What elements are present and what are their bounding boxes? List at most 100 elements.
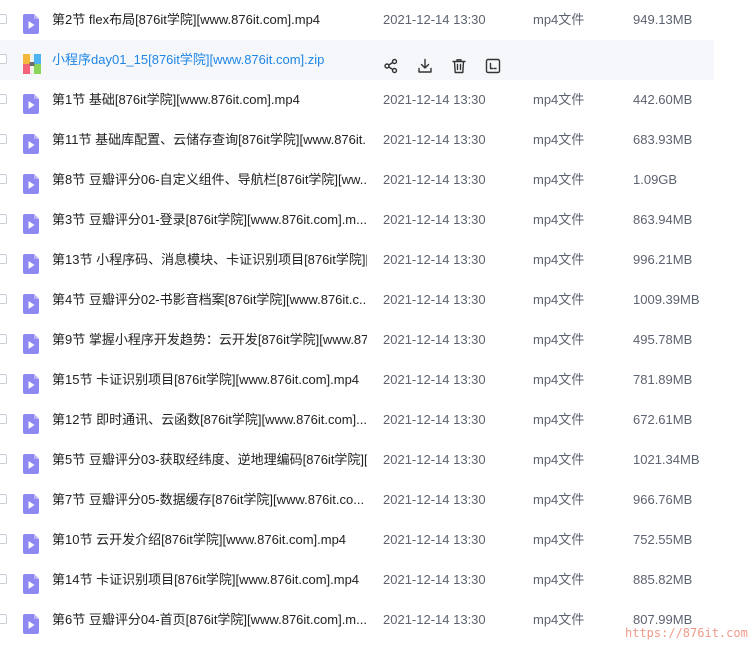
row-checkbox[interactable] [0,614,7,624]
file-row[interactable]: 第1节 基础[876it学院][www.876it.com].mp4 2021-1… [0,80,714,120]
file-date: 2021-12-14 13:30 [383,412,486,427]
video-file-icon [23,290,39,314]
file-row[interactable]: 第14节 卡证识别项目[876it学院][www.876it.com].mp4 2… [0,560,714,600]
row-checkbox[interactable] [0,414,7,424]
file-size: 966.76MB [633,492,693,507]
file-name[interactable]: 第5节 豆瓣评分03-获取经纬度、逆地理编码[876it学院][... [52,440,367,480]
video-file-icon [23,410,39,434]
file-name[interactable]: 第3节 豆瓣评分01-登录[876it学院][www.876it.com].m.… [52,200,367,240]
file-size: 1021.34MB [633,452,700,467]
file-type: mp4文件 [533,532,585,547]
file-row[interactable]: 第6节 豆瓣评分04-首页[876it学院][www.876it.com].m.… [0,600,714,640]
file-row[interactable]: 第4节 豆瓣评分02-书影音档案[876it学院][www.876it.c...… [0,280,714,320]
file-name[interactable]: 第11节 基础库配置、云储存查询[876it学院][www.876it.... [52,120,367,160]
file-size: 885.82MB [633,572,693,587]
row-checkbox[interactable] [0,374,7,384]
file-type: mp4文件 [533,172,585,187]
file-name[interactable]: 第10节 云开发介绍[876it学院][www.876it.com].mp4 [52,520,367,560]
file-type: mp4文件 [533,572,585,587]
watermark: https://876it.com [625,626,748,640]
file-row[interactable]: 第8节 豆瓣评分06-自定义组件、导航栏[876it学院][ww... 2021-… [0,160,714,200]
file-type: mp4文件 [533,612,585,627]
file-type: mp4文件 [533,252,585,267]
file-list: 第2节 flex布局[876it学院][www.876it.com].mp4 20… [0,0,750,651]
video-file-icon [23,370,39,394]
file-row[interactable]: 第15节 卡证识别项目[876it学院][www.876it.com].mp4 2… [0,360,714,400]
video-file-icon [23,90,39,114]
row-checkbox[interactable] [0,454,7,464]
row-checkbox[interactable] [0,534,7,544]
file-size: 1009.39MB [633,292,700,307]
file-size: 996.21MB [633,252,693,267]
file-date: 2021-12-14 13:30 [383,252,486,267]
video-file-icon [23,450,39,474]
file-date: 2021-12-14 13:30 [383,332,486,347]
file-name[interactable]: 第15节 卡证识别项目[876it学院][www.876it.com].mp4 [52,360,367,400]
file-size: 863.94MB [633,212,693,227]
row-checkbox[interactable] [0,214,7,224]
file-date: 2021-12-14 13:30 [383,452,486,467]
row-checkbox[interactable] [0,574,7,584]
file-row[interactable]: 第10节 云开发介绍[876it学院][www.876it.com].mp4 20… [0,520,714,560]
file-row[interactable]: 第5节 豆瓣评分03-获取经纬度、逆地理编码[876it学院][... 2021-… [0,440,714,480]
row-checkbox[interactable] [0,334,7,344]
file-type: mp4文件 [533,412,585,427]
file-row[interactable]: 第13节 小程序码、消息模块、卡证识别项目[876it学院][... 2021-1… [0,240,714,280]
file-type: mp4文件 [533,452,585,467]
file-size: 752.55MB [633,532,693,547]
file-row[interactable]: 第11节 基础库配置、云储存查询[876it学院][www.876it.... 2… [0,120,714,160]
file-date: 2021-12-14 13:30 [383,12,486,27]
file-date: 2021-12-14 13:30 [383,572,486,587]
video-file-icon [23,250,39,274]
row-checkbox[interactable] [0,174,7,184]
row-checkbox[interactable] [0,134,7,144]
file-row[interactable]: 第7节 豆瓣评分05-数据缓存[876it学院][www.876it.co...… [0,480,714,520]
file-row[interactable]: 第12节 即时通讯、云函数[876it学院][www.876it.com]...… [0,400,714,440]
video-file-icon [23,610,39,634]
file-row[interactable]: 小程序day01_15[876it学院][www.876it.com].zip [0,40,714,80]
file-row[interactable]: 第3节 豆瓣评分01-登录[876it学院][www.876it.com].m.… [0,200,714,240]
file-date: 2021-12-14 13:30 [383,212,486,227]
row-checkbox[interactable] [0,294,7,304]
file-date: 2021-12-14 13:30 [383,532,486,547]
file-size: 672.61MB [633,412,693,427]
file-date: 2021-12-14 13:30 [383,492,486,507]
row-checkbox[interactable] [0,494,7,504]
file-size: 683.93MB [633,132,693,147]
file-row[interactable]: 第9节 掌握小程序开发趋势：云开发[876it学院][www.87... 2021… [0,320,714,360]
more-icon[interactable] [484,51,502,74]
file-row[interactable]: 第2节 flex布局[876it学院][www.876it.com].mp4 20… [0,0,714,40]
file-name[interactable]: 第6节 豆瓣评分04-首页[876it学院][www.876it.com].m.… [52,600,367,640]
video-file-icon [23,170,39,194]
file-name[interactable]: 第12节 即时通讯、云函数[876it学院][www.876it.com]...… [52,400,367,440]
file-name[interactable]: 第1节 基础[876it学院][www.876it.com].mp4 [52,80,367,120]
file-name[interactable]: 第14节 卡证识别项目[876it学院][www.876it.com].mp4 [52,560,367,600]
file-type: mp4文件 [533,292,585,307]
file-size: 1.09GB [633,172,678,187]
file-type: mp4文件 [533,132,585,147]
download-icon[interactable] [416,51,434,73]
file-name[interactable]: 第9节 掌握小程序开发趋势：云开发[876it学院][www.87... [52,320,367,360]
share-icon[interactable] [382,51,400,74]
file-name[interactable]: 第13节 小程序码、消息模块、卡证识别项目[876it学院][... [52,240,367,280]
row-checkbox[interactable] [0,254,7,264]
row-checkbox[interactable] [0,14,7,24]
file-name[interactable]: 第7节 豆瓣评分05-数据缓存[876it学院][www.876it.co... [52,480,367,520]
file-type: mp4文件 [533,372,585,387]
delete-icon[interactable] [450,51,468,74]
file-name[interactable]: 小程序day01_15[876it学院][www.876it.com].zip [52,40,367,80]
file-type: mp4文件 [533,332,585,347]
zip-file-icon [23,50,41,74]
file-name[interactable]: 第2节 flex布局[876it学院][www.876it.com].mp4 [52,0,367,40]
video-file-icon [23,530,39,554]
file-name[interactable]: 第8节 豆瓣评分06-自定义组件、导航栏[876it学院][ww... [52,160,367,200]
file-date: 2021-12-14 13:30 [383,372,486,387]
row-checkbox[interactable] [0,94,7,104]
file-type: mp4文件 [533,212,585,227]
file-date: 2021-12-14 13:30 [383,172,486,187]
row-checkbox[interactable] [0,54,7,64]
file-name[interactable]: 第4节 豆瓣评分02-书影音档案[876it学院][www.876it.c... [52,280,367,320]
file-date: 2021-12-14 13:30 [383,612,486,627]
file-type: mp4文件 [533,92,585,107]
file-date: 2021-12-14 13:30 [383,92,486,107]
